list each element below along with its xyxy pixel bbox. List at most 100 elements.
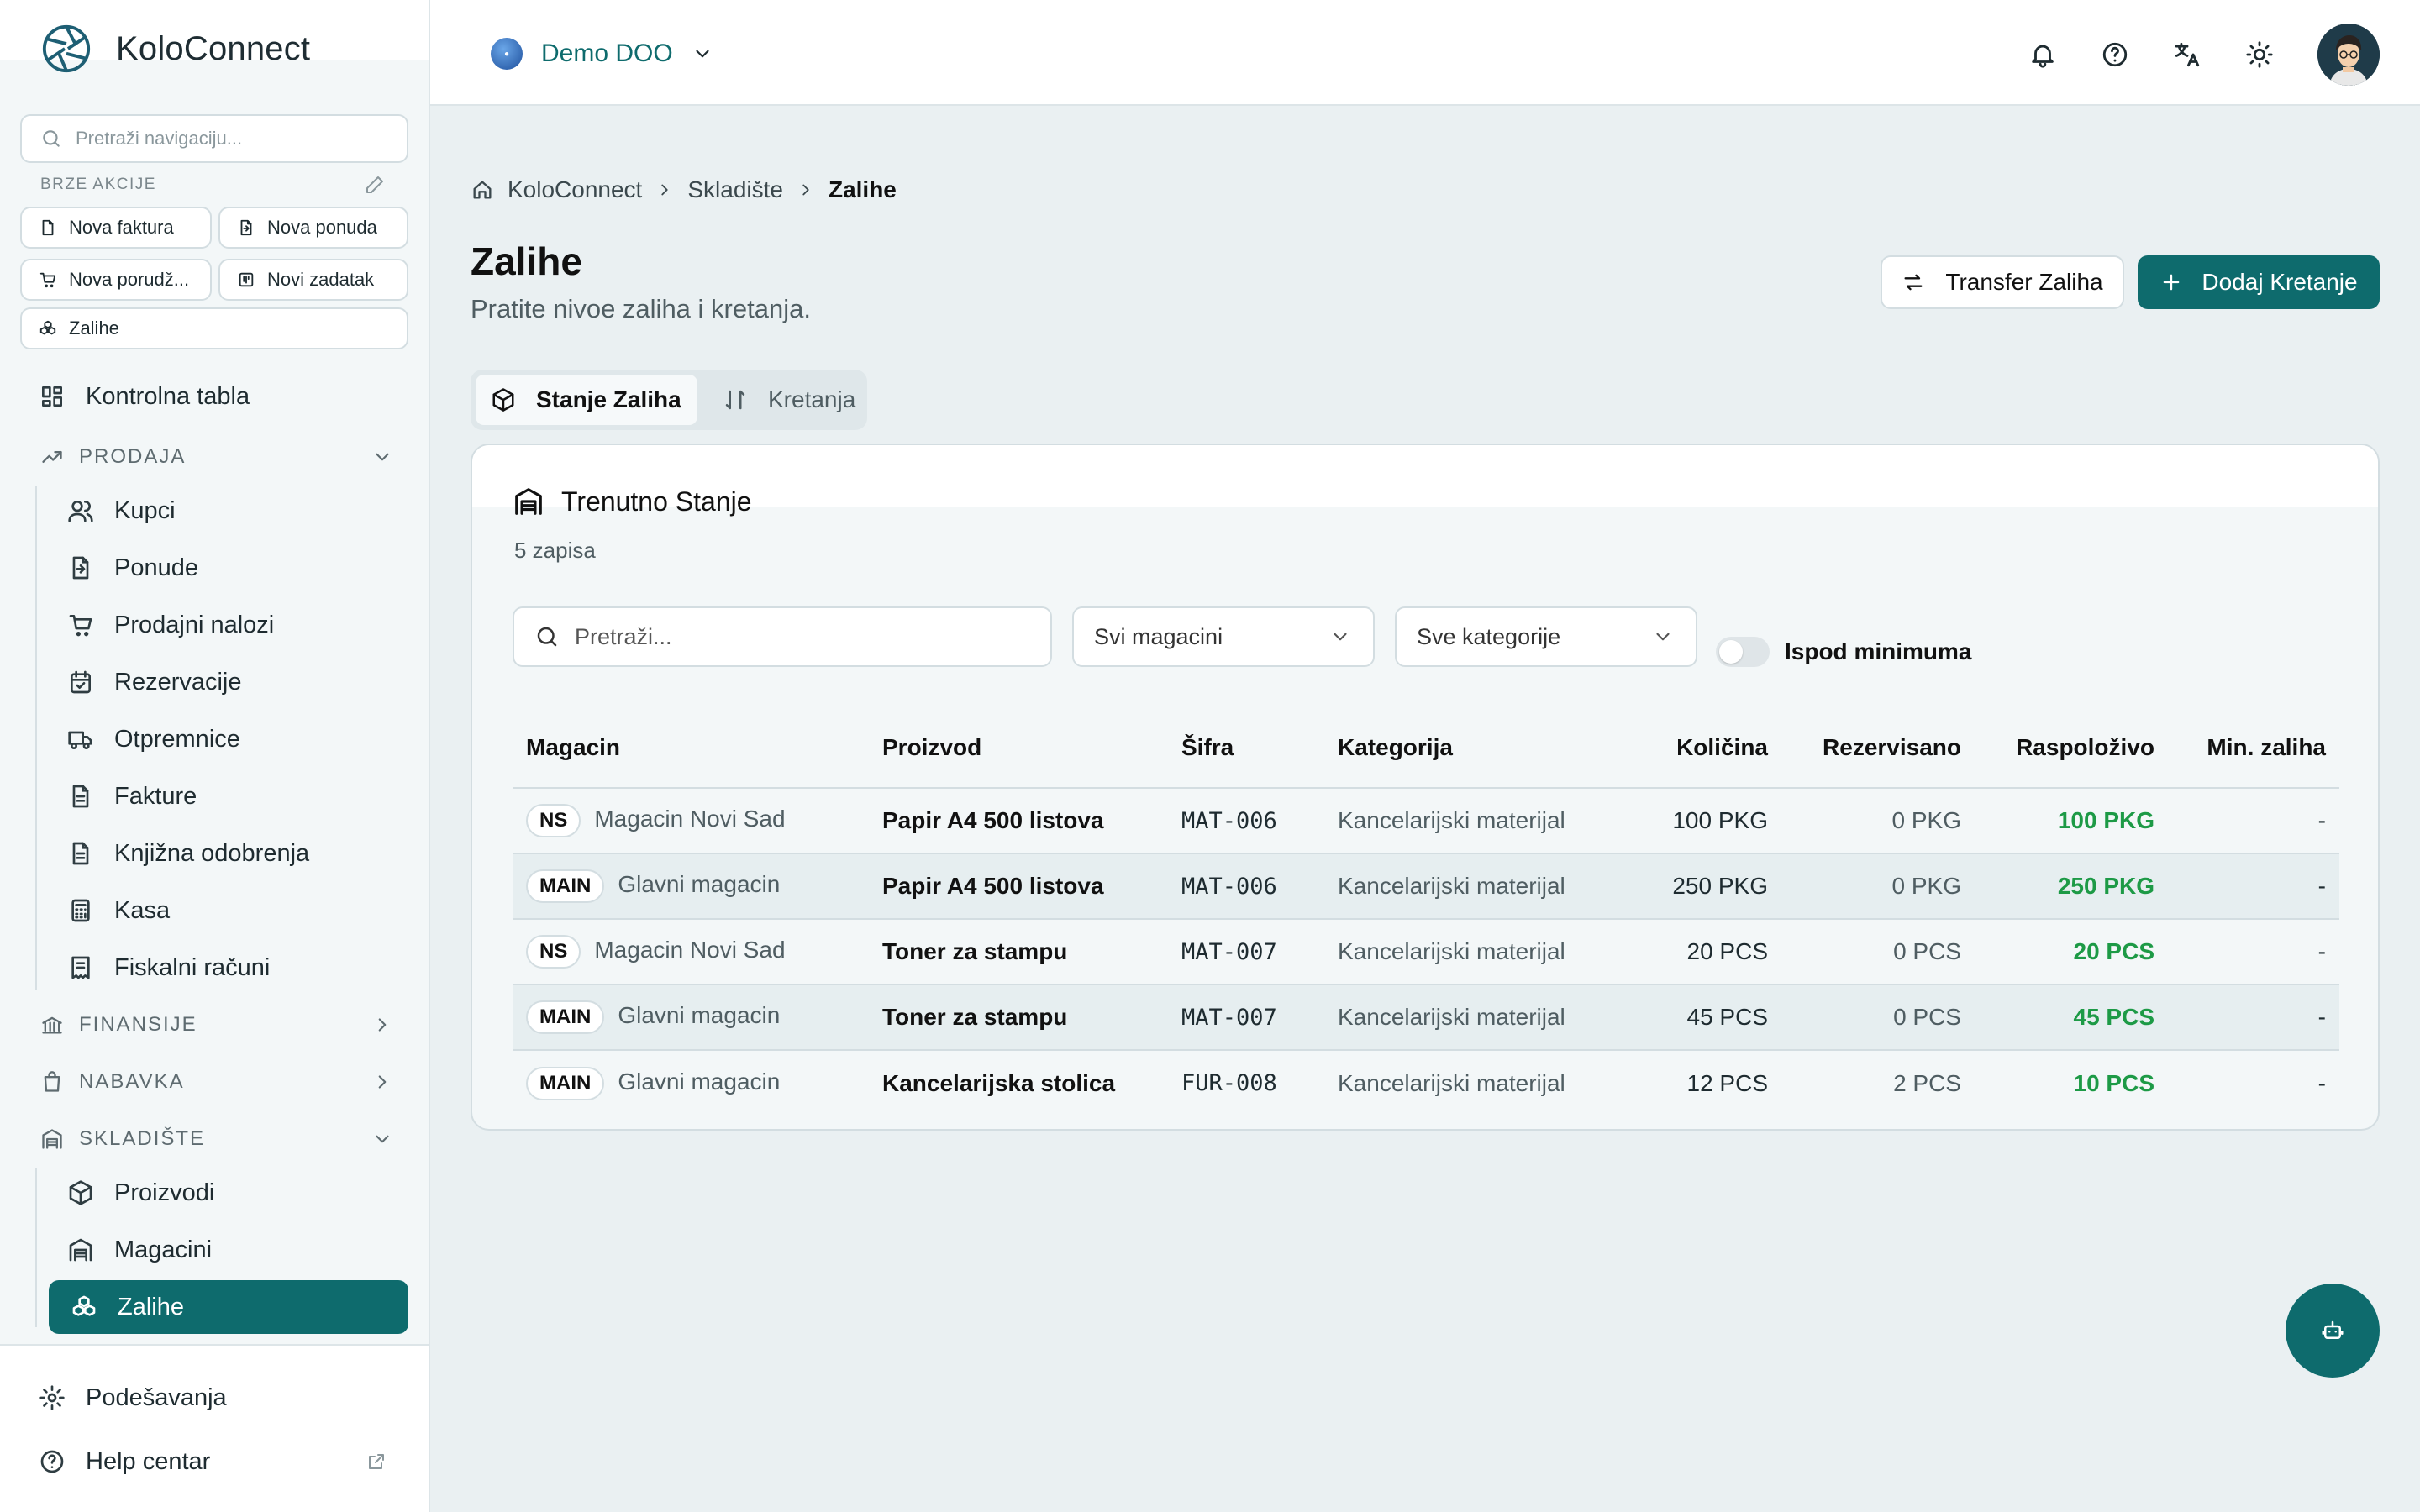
category-cell: Kancelarijski materijal [1324, 984, 1603, 1051]
quick-action-new-task[interactable]: Novi zadatak [218, 259, 408, 301]
sidebar-item-customers[interactable]: Kupci [67, 487, 176, 534]
stock-search[interactable] [513, 606, 1052, 667]
sidebar-item-stock[interactable]: Zalihe [49, 1280, 408, 1334]
sidebar-section-label: NABAVKA [79, 1070, 185, 1093]
sidebar-item-warehouses[interactable]: Magacini [67, 1226, 212, 1273]
pencil-icon[interactable] [365, 175, 385, 195]
sidebar-item-settings[interactable]: Podešavanja [39, 1374, 227, 1421]
aperture-logo-icon [42, 24, 91, 73]
package-icon [69, 1180, 92, 1205]
tab-stock-levels[interactable]: Stanje Zaliha [476, 375, 697, 425]
breadcrumb-link[interactable]: KoloConnect [508, 176, 642, 203]
sidebar-item-fiscal-receipts[interactable]: Fiskalni računi [67, 944, 270, 991]
dashboard-icon [41, 386, 62, 407]
chevron-right-icon [378, 1075, 387, 1089]
add-movement-button[interactable]: Dodaj Kretanje [2138, 255, 2380, 309]
table-row[interactable]: MAIN Glavni magacin Papir A4 500 listova … [513, 853, 2339, 920]
user-avatar[interactable] [2317, 24, 2380, 86]
file-quote-icon [240, 219, 252, 236]
sidebar-item-products[interactable]: Proizvodi [67, 1169, 214, 1216]
quantity-cell: 12 PCS [1686, 1069, 1769, 1096]
record-count: 5 zapisa [514, 538, 596, 563]
tab-movements[interactable]: Kretanja [708, 375, 871, 425]
table-row[interactable]: NS Magacin Novi Sad Toner za stampu MAT-0… [513, 919, 2339, 985]
column-header[interactable]: Kategorija [1324, 707, 1603, 789]
table-row[interactable]: NS Magacin Novi Sad Papir A4 500 listova … [513, 788, 2339, 854]
tab-label: Kretanja [768, 386, 856, 412]
quick-action-new-quote[interactable]: Nova ponuda [218, 207, 408, 249]
below-minimum-toggle[interactable] [1716, 637, 1770, 667]
quantity-cell: 250 PKG [1603, 853, 1781, 920]
chevron-down-icon [376, 1135, 389, 1143]
quick-action-new-order[interactable]: Nova porudž... [20, 259, 212, 301]
column-header[interactable]: Proizvod [869, 707, 1168, 789]
sidebar-item-help[interactable]: Help centar [39, 1438, 210, 1485]
stock-search-input[interactable] [575, 623, 1045, 650]
translate-icon[interactable] [2173, 40, 2202, 69]
sidebar-section-label: SKLADIŠTE [79, 1127, 206, 1150]
sidebar-item-quotes[interactable]: Ponude [67, 544, 198, 591]
sidebar-item-dashboard[interactable]: Kontrolna tabla [39, 373, 250, 420]
category-filter-select[interactable]: Sve kategorije [1395, 606, 1697, 667]
warehouse-cell: NS Magacin Novi Sad [513, 788, 869, 854]
sidebar-search-input[interactable] [76, 128, 378, 150]
help-circle-icon[interactable] [2101, 40, 2129, 69]
sun-icon[interactable] [2245, 40, 2274, 69]
reserved-cell: 0 PKG [1781, 853, 1975, 920]
sidebar-section-sales[interactable]: PRODAJA [40, 437, 393, 477]
warehouse-filter-value: Svi magacini [1094, 623, 1223, 649]
file-text-icon [72, 842, 89, 865]
sidebar-search[interactable] [20, 114, 408, 163]
column-header[interactable]: Min. zaliha [2168, 707, 2339, 789]
quick-action-new-invoice[interactable]: Nova faktura [20, 207, 212, 249]
product-cell: Toner za stampu [869, 919, 1168, 985]
transfer-stock-button[interactable]: Transfer Zaliha [1881, 255, 2124, 309]
cart-icon [39, 272, 56, 288]
quick-action-label: Zalihe [69, 318, 119, 339]
reserved-cell: 2 PCS [1893, 1069, 1961, 1096]
available-cell: 45 PCS [1975, 984, 2168, 1051]
sidebar-section-warehouse[interactable]: SKLADIŠTE [40, 1119, 393, 1159]
sidebar-item-reservations[interactable]: Rezervacije [67, 659, 242, 706]
page-subtitle: Pratite nivoe zaliha i kretanja. [471, 294, 811, 323]
category-cell: Kancelarijski materijal [1324, 919, 1603, 985]
file-quote-icon [72, 556, 89, 580]
sidebar-item-cash-register[interactable]: Kasa [67, 887, 170, 934]
sidebar-item-label: Kontrolna tabla [86, 382, 250, 410]
top-actions [2028, 24, 2380, 86]
chevron-down-icon [1334, 633, 1347, 641]
column-header[interactable]: Magacin [513, 707, 869, 789]
ai-assistant-button[interactable] [2286, 1284, 2380, 1378]
current-stock-card: Trenutno Stanje 5 zapisa Svi magacini Sv… [471, 444, 2380, 1131]
add-movement-label: Dodaj Kretanje [2202, 269, 2358, 295]
sidebar-item-invoices[interactable]: Fakture [67, 773, 197, 820]
min-stock-cell: - [2168, 853, 2339, 920]
breadcrumb-link[interactable]: Skladište [687, 176, 783, 203]
table-row[interactable]: MAIN Glavni magacin Toner za stampu MAT-0… [513, 984, 2339, 1051]
column-header[interactable]: Rezervisano [1781, 707, 1975, 789]
sidebar-item-deliveries[interactable]: Otpremnice [67, 716, 240, 763]
column-header[interactable]: Količina [1603, 707, 1781, 789]
sidebar-section-finance[interactable]: FINANSIJE [40, 1005, 393, 1045]
category-cell: Kancelarijski materijal [1324, 788, 1603, 854]
sidebar-item-credit-notes[interactable]: Knjižna odobrenja [67, 830, 309, 877]
table-row[interactable]: MAIN Glavni magacin Kancelarijska stolica… [513, 1050, 2339, 1116]
column-header[interactable]: Raspoloživo [1975, 707, 2168, 789]
calculator-icon [71, 899, 90, 922]
sidebar-item-label: Fiskalni računi [114, 953, 271, 981]
product-cell: Kancelarijska stolica [882, 1069, 1116, 1096]
warehouse-cell: MAIN Glavni magacin [513, 984, 869, 1051]
home-icon[interactable] [471, 178, 494, 202]
app-logo[interactable]: KoloConnect [40, 22, 310, 76]
warehouse-filter-select[interactable]: Svi magacini [1072, 606, 1375, 667]
sidebar-item-sales-orders[interactable]: Prodajni nalozi [67, 601, 274, 648]
product-cell: Toner za stampu [869, 984, 1168, 1051]
bell-icon[interactable] [2028, 40, 2057, 69]
tree-line [35, 486, 37, 990]
quick-action-stock[interactable]: Zalihe [20, 307, 408, 349]
company-switcher[interactable]: ● Demo DOO [491, 32, 713, 76]
transfer-stock-label: Transfer Zaliha [1945, 269, 2103, 295]
chevron-down-icon [376, 453, 389, 461]
sidebar-section-procurement[interactable]: NABAVKA [40, 1062, 393, 1102]
column-header[interactable]: Šifra [1168, 707, 1324, 789]
